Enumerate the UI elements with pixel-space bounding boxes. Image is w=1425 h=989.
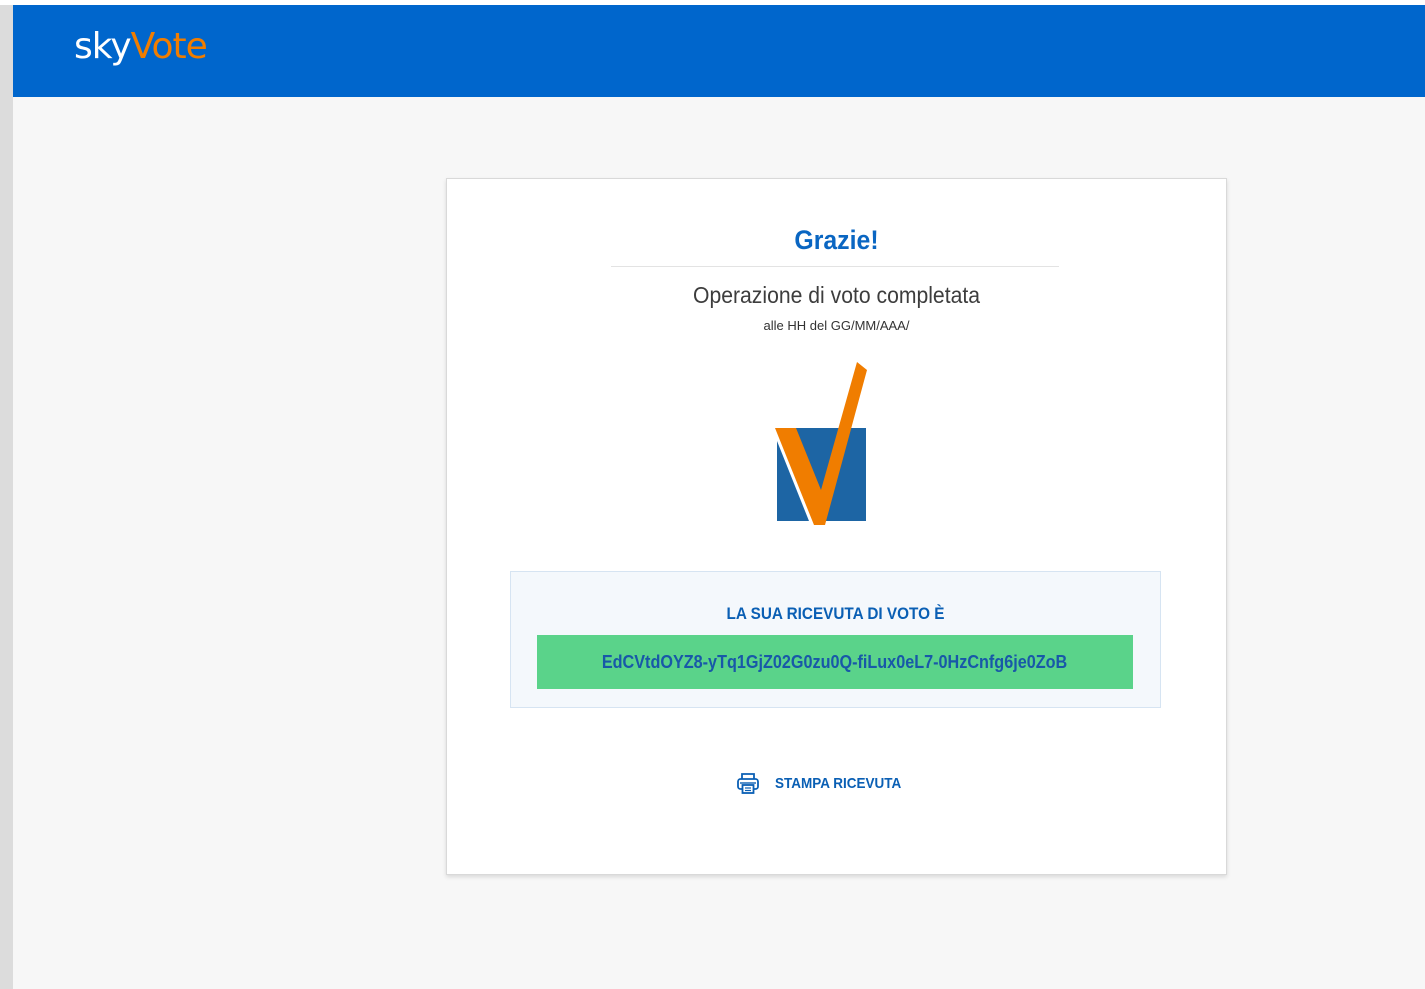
card-subtitle: Operazione di voto completata xyxy=(692,282,981,308)
print-receipt-label: STAMPA RICEVUTA xyxy=(775,774,902,792)
vote-timestamp: alle HH del GG/MM/AAA/ xyxy=(763,318,910,333)
logo-text-sky: sky xyxy=(74,26,132,67)
card-title: Grazie! xyxy=(794,225,879,255)
print-receipt-button[interactable]: STAMPA RICEVUTA xyxy=(735,768,931,798)
top-navbar: skyVote xyxy=(13,5,1425,97)
title-divider xyxy=(611,266,1059,267)
receipt-code-box[interactable]: EdCVtdOYZ8-yTq1GjZ02G0zu0Q-fiLux0eL7-0Hz… xyxy=(537,635,1133,689)
receipt-code: EdCVtdOYZ8-yTq1GjZ02G0zu0Q-fiLux0eL7-0Hz… xyxy=(602,651,1068,672)
skyvote-logo[interactable]: skyVote xyxy=(74,25,208,69)
confirmation-card: Grazie! Operazione di voto completata al… xyxy=(446,178,1227,875)
app-root: skyVote Grazie! Operazione di voto compl… xyxy=(13,5,1425,989)
receipt-label: LA SUA RICEVUTA DI VOTO È xyxy=(726,604,945,623)
vote-checkmark-logo-icon xyxy=(775,362,867,525)
receipt-box: LA SUA RICEVUTA DI VOTO È EdCVtdOYZ8-yTq… xyxy=(510,571,1161,708)
logo-text-vote: Vote xyxy=(130,26,208,67)
printer-icon xyxy=(737,773,759,794)
